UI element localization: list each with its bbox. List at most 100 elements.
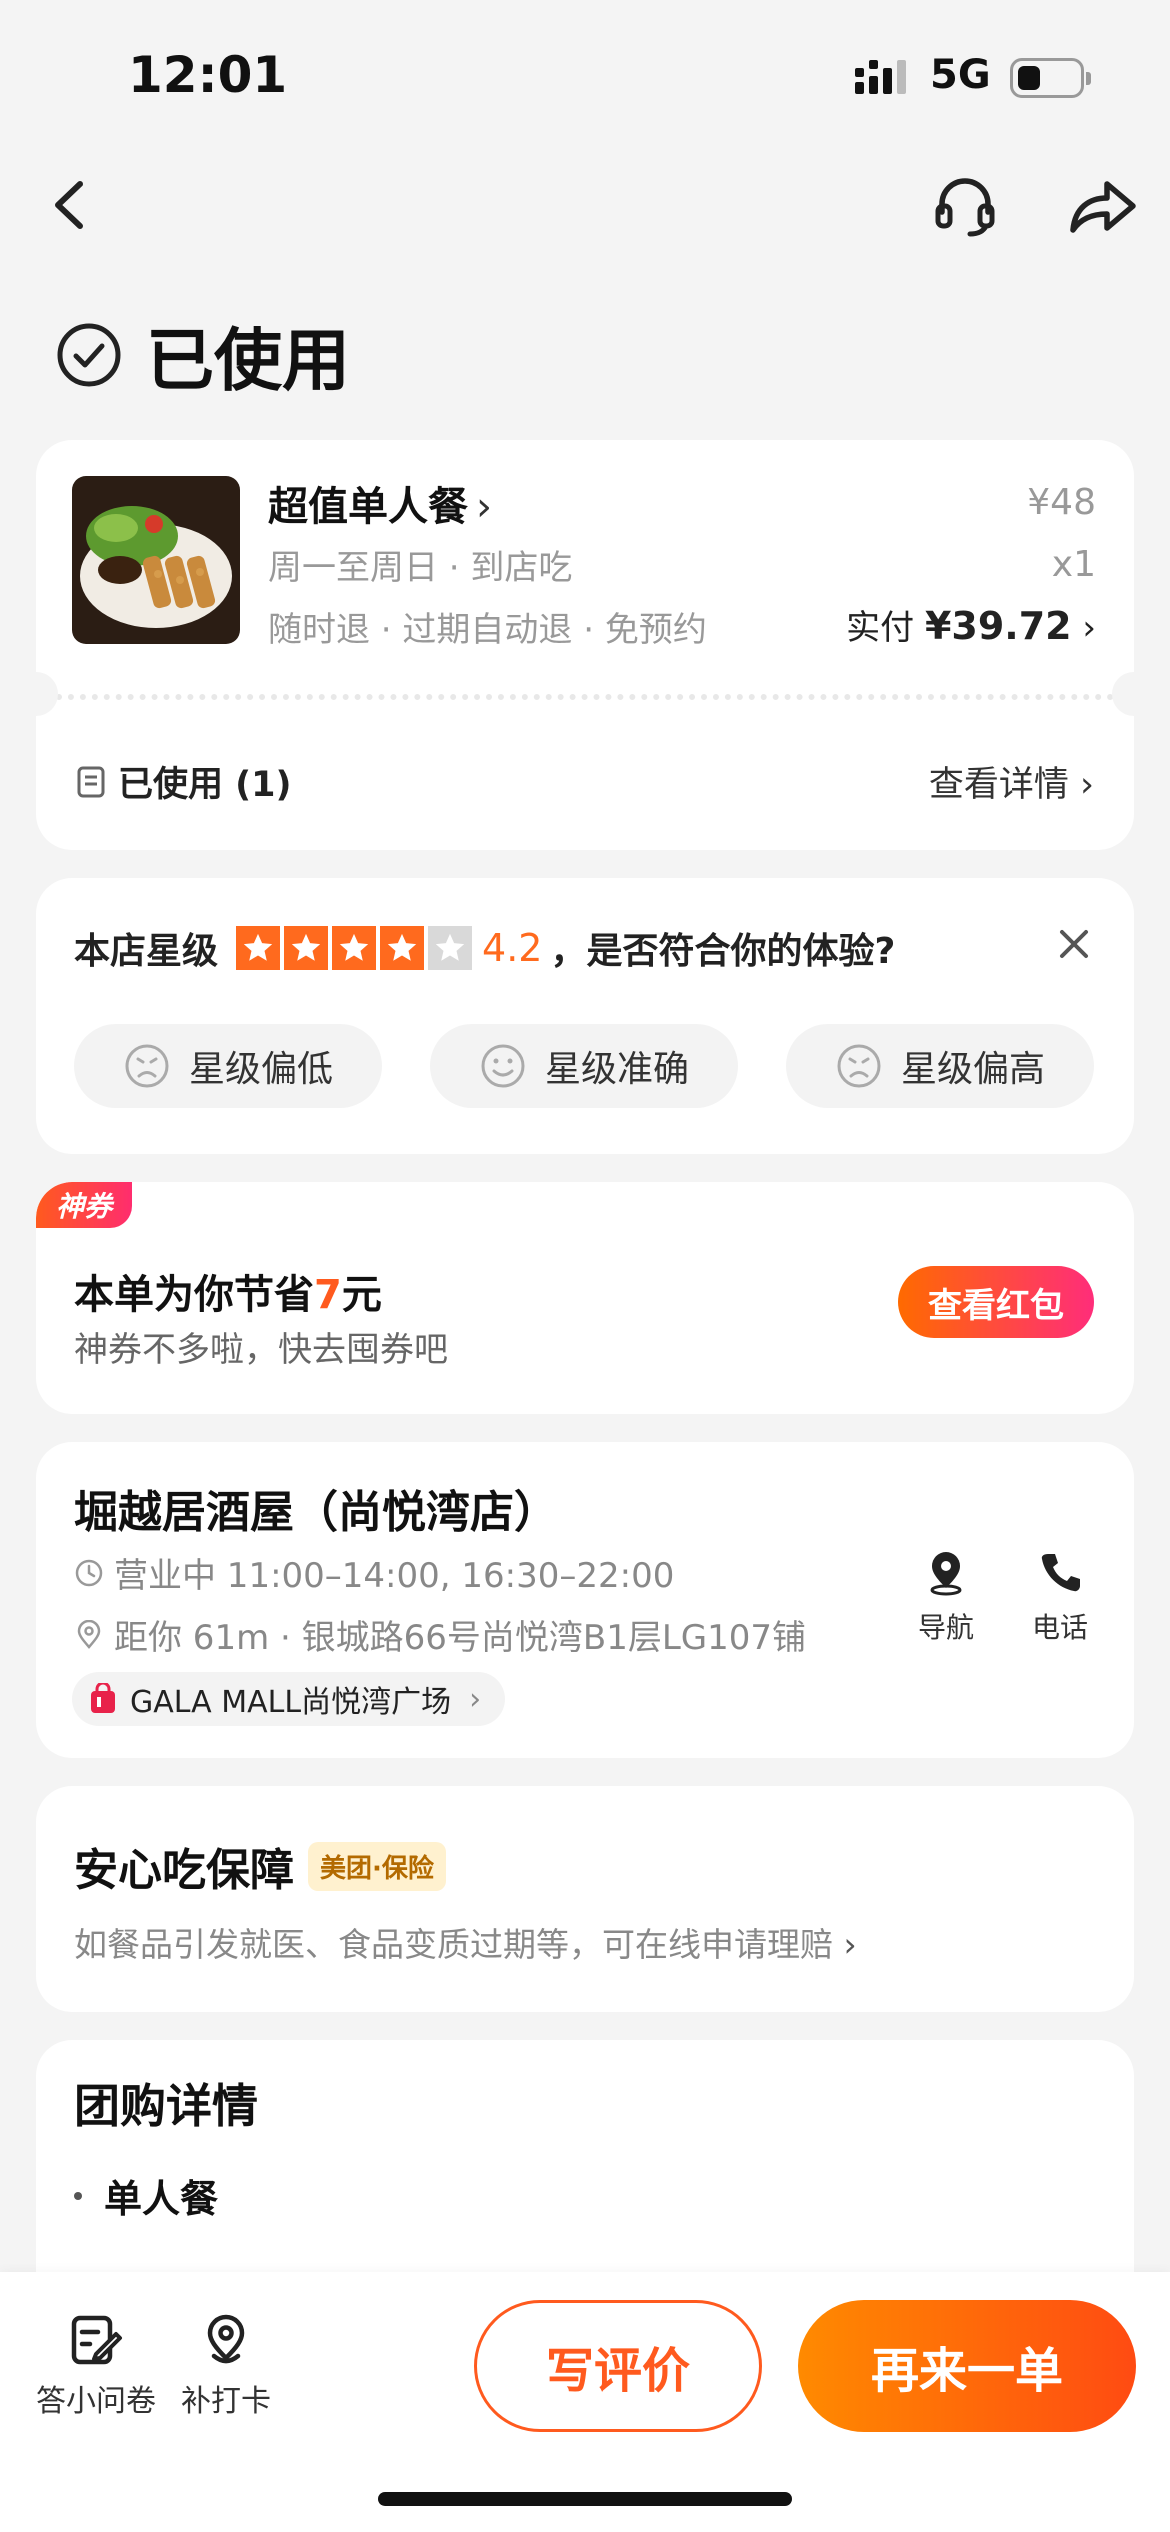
shop-address: 距你 61m · 银城路66号尚悦湾B1层LG107铺 xyxy=(74,1610,806,1659)
rating-score: 4.2 xyxy=(482,926,543,970)
quantity: x1 xyxy=(1051,544,1096,585)
ticket-notch-left xyxy=(14,672,58,716)
location-pin-icon xyxy=(77,1619,101,1649)
insurance-description-text: 如餐品引发就医、食品变质过期等，可在线申请理赔 xyxy=(74,1925,833,1964)
document-icon xyxy=(77,766,105,797)
rating-label: 本店星级 xyxy=(74,931,219,972)
rating-row: 本店星级 4.2 ，是否符合你的体验? xyxy=(74,922,895,974)
chevron-right-icon: › xyxy=(469,1681,482,1717)
checkin-label: 补打卡 xyxy=(181,2384,271,2419)
insurance-description[interactable]: 如餐品引发就医、食品变质过期等，可在线申请理赔 › xyxy=(74,1918,857,1966)
chip-rating-low[interactable]: 星级偏低 xyxy=(74,1024,382,1108)
star-icon xyxy=(284,926,329,970)
paid-amount-link[interactable]: 实付 ¥39.72 › xyxy=(846,600,1096,649)
star-icon xyxy=(236,926,281,970)
divider xyxy=(56,694,1114,700)
close-icon[interactable] xyxy=(1054,924,1094,964)
check-circle-icon xyxy=(57,323,121,386)
headset-icon[interactable] xyxy=(930,170,1000,240)
network-type: 5G xyxy=(930,52,991,98)
checkin-pin-icon xyxy=(207,2314,245,2364)
view-red-packet-button[interactable]: 查看红包 xyxy=(898,1266,1094,1338)
deal-name[interactable]: 超值单人餐 › xyxy=(268,474,492,532)
rating-card: 本店星级 4.2 ，是否符合你的体验? 星级偏低 星级准确 星级偏高 xyxy=(36,878,1134,1154)
group-detail-title: 团购详情 xyxy=(74,2079,258,2133)
insurance-badge: 美团·保险 xyxy=(308,1841,446,1891)
chip-label: 星级偏高 xyxy=(900,1049,1045,1090)
view-details-label: 查看详情 xyxy=(928,765,1069,805)
survey-button[interactable]: 答小问卷 xyxy=(26,2312,166,2420)
savings-amount: 7 xyxy=(314,1272,342,1318)
survey-icon xyxy=(71,2315,122,2365)
clock-icon xyxy=(75,1559,103,1586)
phone-icon xyxy=(1041,1554,1080,1592)
navigation-icon xyxy=(930,1552,962,1596)
order-card: 超值单人餐 › 周一至周日 · 到店吃 随时退 · 过期自动退 · 免预约 ¥48… xyxy=(14,440,1156,850)
chevron-right-icon: › xyxy=(476,484,492,530)
deal-schedule: 周一至周日 · 到店吃 xyxy=(268,548,573,588)
insurance-title: 安心吃保障 美团·保险 xyxy=(74,1834,446,1898)
coupon-tag: 神券 xyxy=(36,1182,132,1228)
chevron-right-icon: › xyxy=(1080,765,1094,805)
savings-prefix: 本单为你节省 xyxy=(74,1272,314,1318)
savings-suffix: 元 xyxy=(341,1272,382,1318)
insurance-card[interactable]: 安心吃保障 美团·保险 如餐品引发就医、食品变质过期等，可在线申请理赔 › xyxy=(36,1786,1134,2012)
chevron-right-icon: › xyxy=(843,1925,857,1964)
survey-label: 答小问卷 xyxy=(36,2384,156,2419)
chip-rating-accurate[interactable]: 星级准确 xyxy=(430,1024,738,1108)
mall-name: GALA MALL尚悦湾广场 xyxy=(130,1685,452,1720)
chip-label: 星级准确 xyxy=(544,1049,689,1090)
home-indicator[interactable] xyxy=(378,2492,792,2506)
paid-label: 实付 xyxy=(846,608,915,648)
mall-link[interactable]: GALA MALL尚悦湾广场 › xyxy=(72,1672,506,1726)
group-item-label: 单人餐 xyxy=(104,2177,219,2221)
chevron-right-icon: › xyxy=(1082,608,1096,648)
reorder-button[interactable]: 再来一单 xyxy=(798,2300,1136,2432)
mall-icon xyxy=(91,1683,115,1713)
savings-title: 本单为你节省7元 xyxy=(74,1262,382,1320)
star-icon xyxy=(380,926,425,970)
paid-amount: ¥39.72 xyxy=(924,604,1072,648)
star-icon xyxy=(332,926,377,970)
savings-subtitle: 神券不多啦，快去囤券吧 xyxy=(74,1330,448,1370)
ticket-notch-right xyxy=(1112,672,1156,716)
share-icon[interactable] xyxy=(1065,172,1140,242)
write-review-button[interactable]: 写评价 xyxy=(474,2300,762,2432)
list-item: 单人餐 xyxy=(74,2168,218,2223)
rating-question: ，是否符合你的体验? xyxy=(550,931,896,972)
star-rating xyxy=(236,926,473,970)
page-status-title: 已使用 xyxy=(146,322,351,401)
navigate-label: 导航 xyxy=(917,1611,974,1644)
frown-face-icon xyxy=(837,1044,881,1088)
battery-icon xyxy=(1010,58,1091,98)
star-icon xyxy=(428,926,473,970)
deal-name-text: 超值单人餐 xyxy=(268,484,468,530)
page-status: 已使用 xyxy=(56,305,350,404)
used-count: 已使用 (1) xyxy=(76,756,292,807)
shop-hours: 营业中 11:00–14:00, 16:30–22:00 xyxy=(74,1548,674,1597)
checkin-button[interactable]: 补打卡 xyxy=(156,2312,296,2420)
view-details-link[interactable]: 查看详情 › xyxy=(929,756,1094,807)
rating-chips: 星级偏低 星级准确 星级偏高 xyxy=(74,1024,1094,1108)
shop-name[interactable]: 堀越居酒屋（尚悦湾店） xyxy=(74,1476,558,1540)
call-label: 电话 xyxy=(1031,1611,1088,1644)
chip-label: 星级偏低 xyxy=(188,1049,333,1090)
insurance-title-text: 安心吃保障 xyxy=(74,1845,294,1896)
shop-hours-text: 营业中 11:00–14:00, 16:30–22:00 xyxy=(114,1556,675,1596)
back-icon[interactable] xyxy=(40,170,100,240)
coupon-card: 神券 本单为你节省7元 神券不多啦，快去囤券吧 查看红包 xyxy=(36,1182,1134,1414)
call-button[interactable]: 电话 xyxy=(1010,1548,1110,1646)
status-time: 12:01 xyxy=(128,46,288,104)
deal-policies: 随时退 · 过期自动退 · 免预约 xyxy=(268,610,707,650)
signal-icon xyxy=(855,60,906,94)
original-price: ¥48 xyxy=(1027,482,1096,523)
deal-image[interactable] xyxy=(72,476,240,644)
navigate-button[interactable]: 导航 xyxy=(896,1548,996,1646)
used-count-label: 已使用 (1) xyxy=(118,765,292,805)
chip-rating-high[interactable]: 星级偏高 xyxy=(786,1024,1094,1108)
frown-face-icon xyxy=(125,1044,169,1088)
bullet xyxy=(74,2191,82,2200)
shop-card[interactable]: 堀越居酒屋（尚悦湾店） 营业中 11:00–14:00, 16:30–22:00… xyxy=(36,1442,1134,1758)
smile-face-icon xyxy=(481,1044,525,1088)
shop-address-text: 距你 61m · 银城路66号尚悦湾B1层LG107铺 xyxy=(114,1618,807,1658)
